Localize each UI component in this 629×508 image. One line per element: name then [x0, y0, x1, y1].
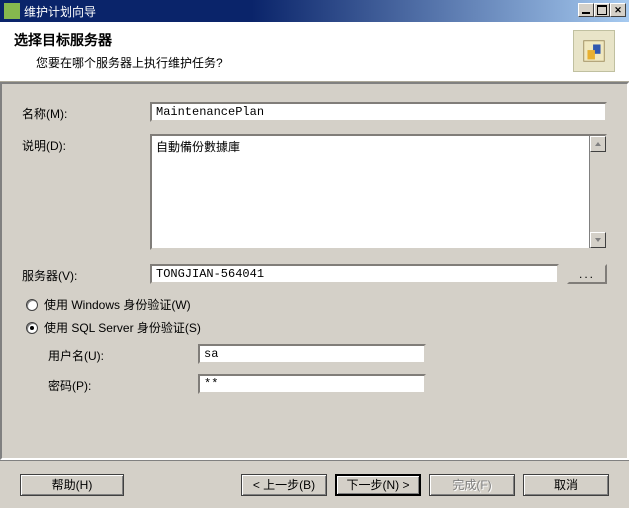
description-text: 自動備份數據庫 — [152, 136, 589, 248]
radio-icon — [26, 299, 38, 311]
form-body: 名称(M): MaintenancePlan 说明(D): 自動備份數據庫 服务… — [0, 82, 629, 460]
server-row: 服务器(V): TONGJIAN-564041 ... — [22, 264, 607, 284]
finish-button: 完成(F) — [429, 474, 515, 496]
back-button[interactable]: < 上一步(B) — [241, 474, 327, 496]
description-row: 说明(D): 自動備份數據庫 — [22, 134, 607, 250]
browse-server-button[interactable]: ... — [567, 264, 607, 284]
page-heading: 选择目标服务器 — [14, 30, 615, 50]
auth-sql-label: 使用 SQL Server 身份验证(S) — [44, 319, 201, 336]
help-button[interactable]: 帮助(H) — [20, 474, 124, 496]
server-icon — [573, 30, 615, 72]
app-icon — [4, 3, 20, 19]
name-label: 名称(M): — [22, 102, 150, 122]
server-label: 服务器(V): — [22, 264, 150, 284]
server-input[interactable]: TONGJIAN-564041 — [150, 264, 559, 284]
password-label: 密码(P): — [48, 374, 198, 394]
page-subtitle: 您要在哪个服务器上执行维护任务? — [36, 54, 615, 71]
description-textarea[interactable]: 自動備份數據庫 — [150, 134, 607, 250]
window-controls: ✕ — [578, 3, 626, 17]
radio-icon — [26, 322, 38, 334]
name-input[interactable]: MaintenancePlan — [150, 102, 607, 122]
sql-auth-subform: 用户名(U): sa 密码(P): ** — [48, 344, 607, 394]
auth-windows-radio[interactable]: 使用 Windows 身份验证(W) — [26, 296, 603, 313]
scroll-up-button[interactable] — [590, 136, 606, 152]
cancel-button[interactable]: 取消 — [523, 474, 609, 496]
description-label: 说明(D): — [22, 134, 150, 154]
username-row: 用户名(U): sa — [48, 344, 607, 364]
name-row: 名称(M): MaintenancePlan — [22, 102, 607, 122]
title-bar: 维护计划向导 ✕ — [0, 0, 629, 22]
window-title: 维护计划向导 — [24, 3, 96, 20]
username-input[interactable]: sa — [198, 344, 426, 364]
username-label: 用户名(U): — [48, 344, 198, 364]
auth-sql-radio[interactable]: 使用 SQL Server 身份验证(S) — [26, 319, 603, 336]
maximize-button[interactable] — [594, 3, 610, 17]
close-button[interactable]: ✕ — [610, 3, 626, 17]
next-button[interactable]: 下一步(N) > — [335, 474, 421, 496]
minimize-button[interactable] — [578, 3, 594, 17]
wizard-header: 选择目标服务器 您要在哪个服务器上执行维护任务? — [0, 22, 629, 82]
password-row: 密码(P): ** — [48, 374, 607, 394]
auth-windows-label: 使用 Windows 身份验证(W) — [44, 296, 191, 313]
scrollbar[interactable] — [589, 136, 605, 248]
wizard-footer: 帮助(H) < 上一步(B) 下一步(N) > 完成(F) 取消 — [0, 460, 629, 508]
scroll-down-button[interactable] — [590, 232, 606, 248]
password-input[interactable]: ** — [198, 374, 426, 394]
